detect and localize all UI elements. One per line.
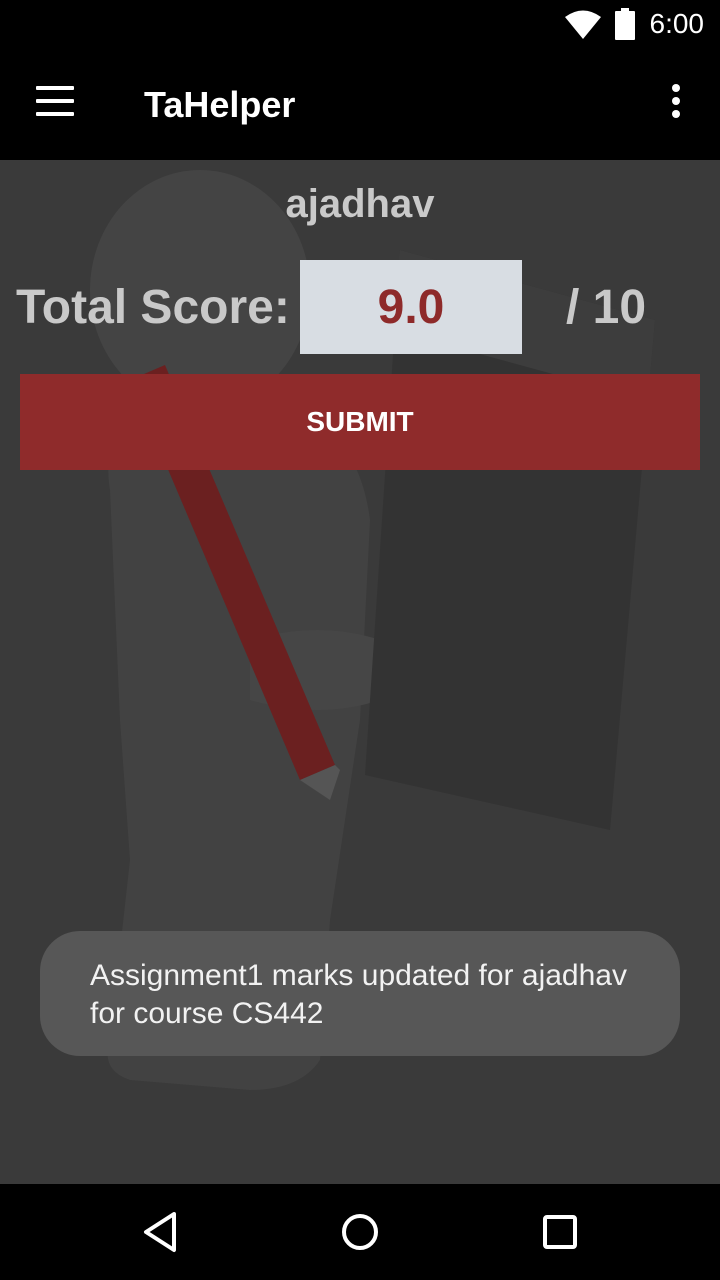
student-name: ajadhav xyxy=(285,182,435,226)
app-bar: TaHelper xyxy=(0,50,720,160)
home-icon[interactable] xyxy=(340,1212,380,1252)
main-content: ajadhav Total Score: / 10 SUBMIT Assignm… xyxy=(0,160,720,1184)
overflow-menu-icon[interactable] xyxy=(664,84,688,124)
app-title: TaHelper xyxy=(144,84,296,125)
toast-line-1: Assignment1 marks updated for ajadhav xyxy=(90,959,627,992)
toast-message: Assignment1 marks updated for ajadhav fo… xyxy=(40,931,680,1056)
score-max: / 10 xyxy=(566,281,647,334)
back-icon[interactable] xyxy=(140,1210,180,1254)
menu-icon[interactable] xyxy=(36,86,76,120)
battery-icon xyxy=(615,8,635,40)
status-bar: 6:00 xyxy=(0,0,720,50)
score-input[interactable] xyxy=(300,260,522,354)
recents-icon[interactable] xyxy=(540,1212,580,1252)
toast-line-2: for course CS442 xyxy=(90,997,324,1030)
submit-button[interactable]: SUBMIT xyxy=(20,374,700,470)
status-time: 6:00 xyxy=(649,8,705,39)
wifi-icon xyxy=(565,10,601,39)
total-score-label: Total Score: xyxy=(16,281,290,334)
navigation-bar xyxy=(0,1184,720,1280)
